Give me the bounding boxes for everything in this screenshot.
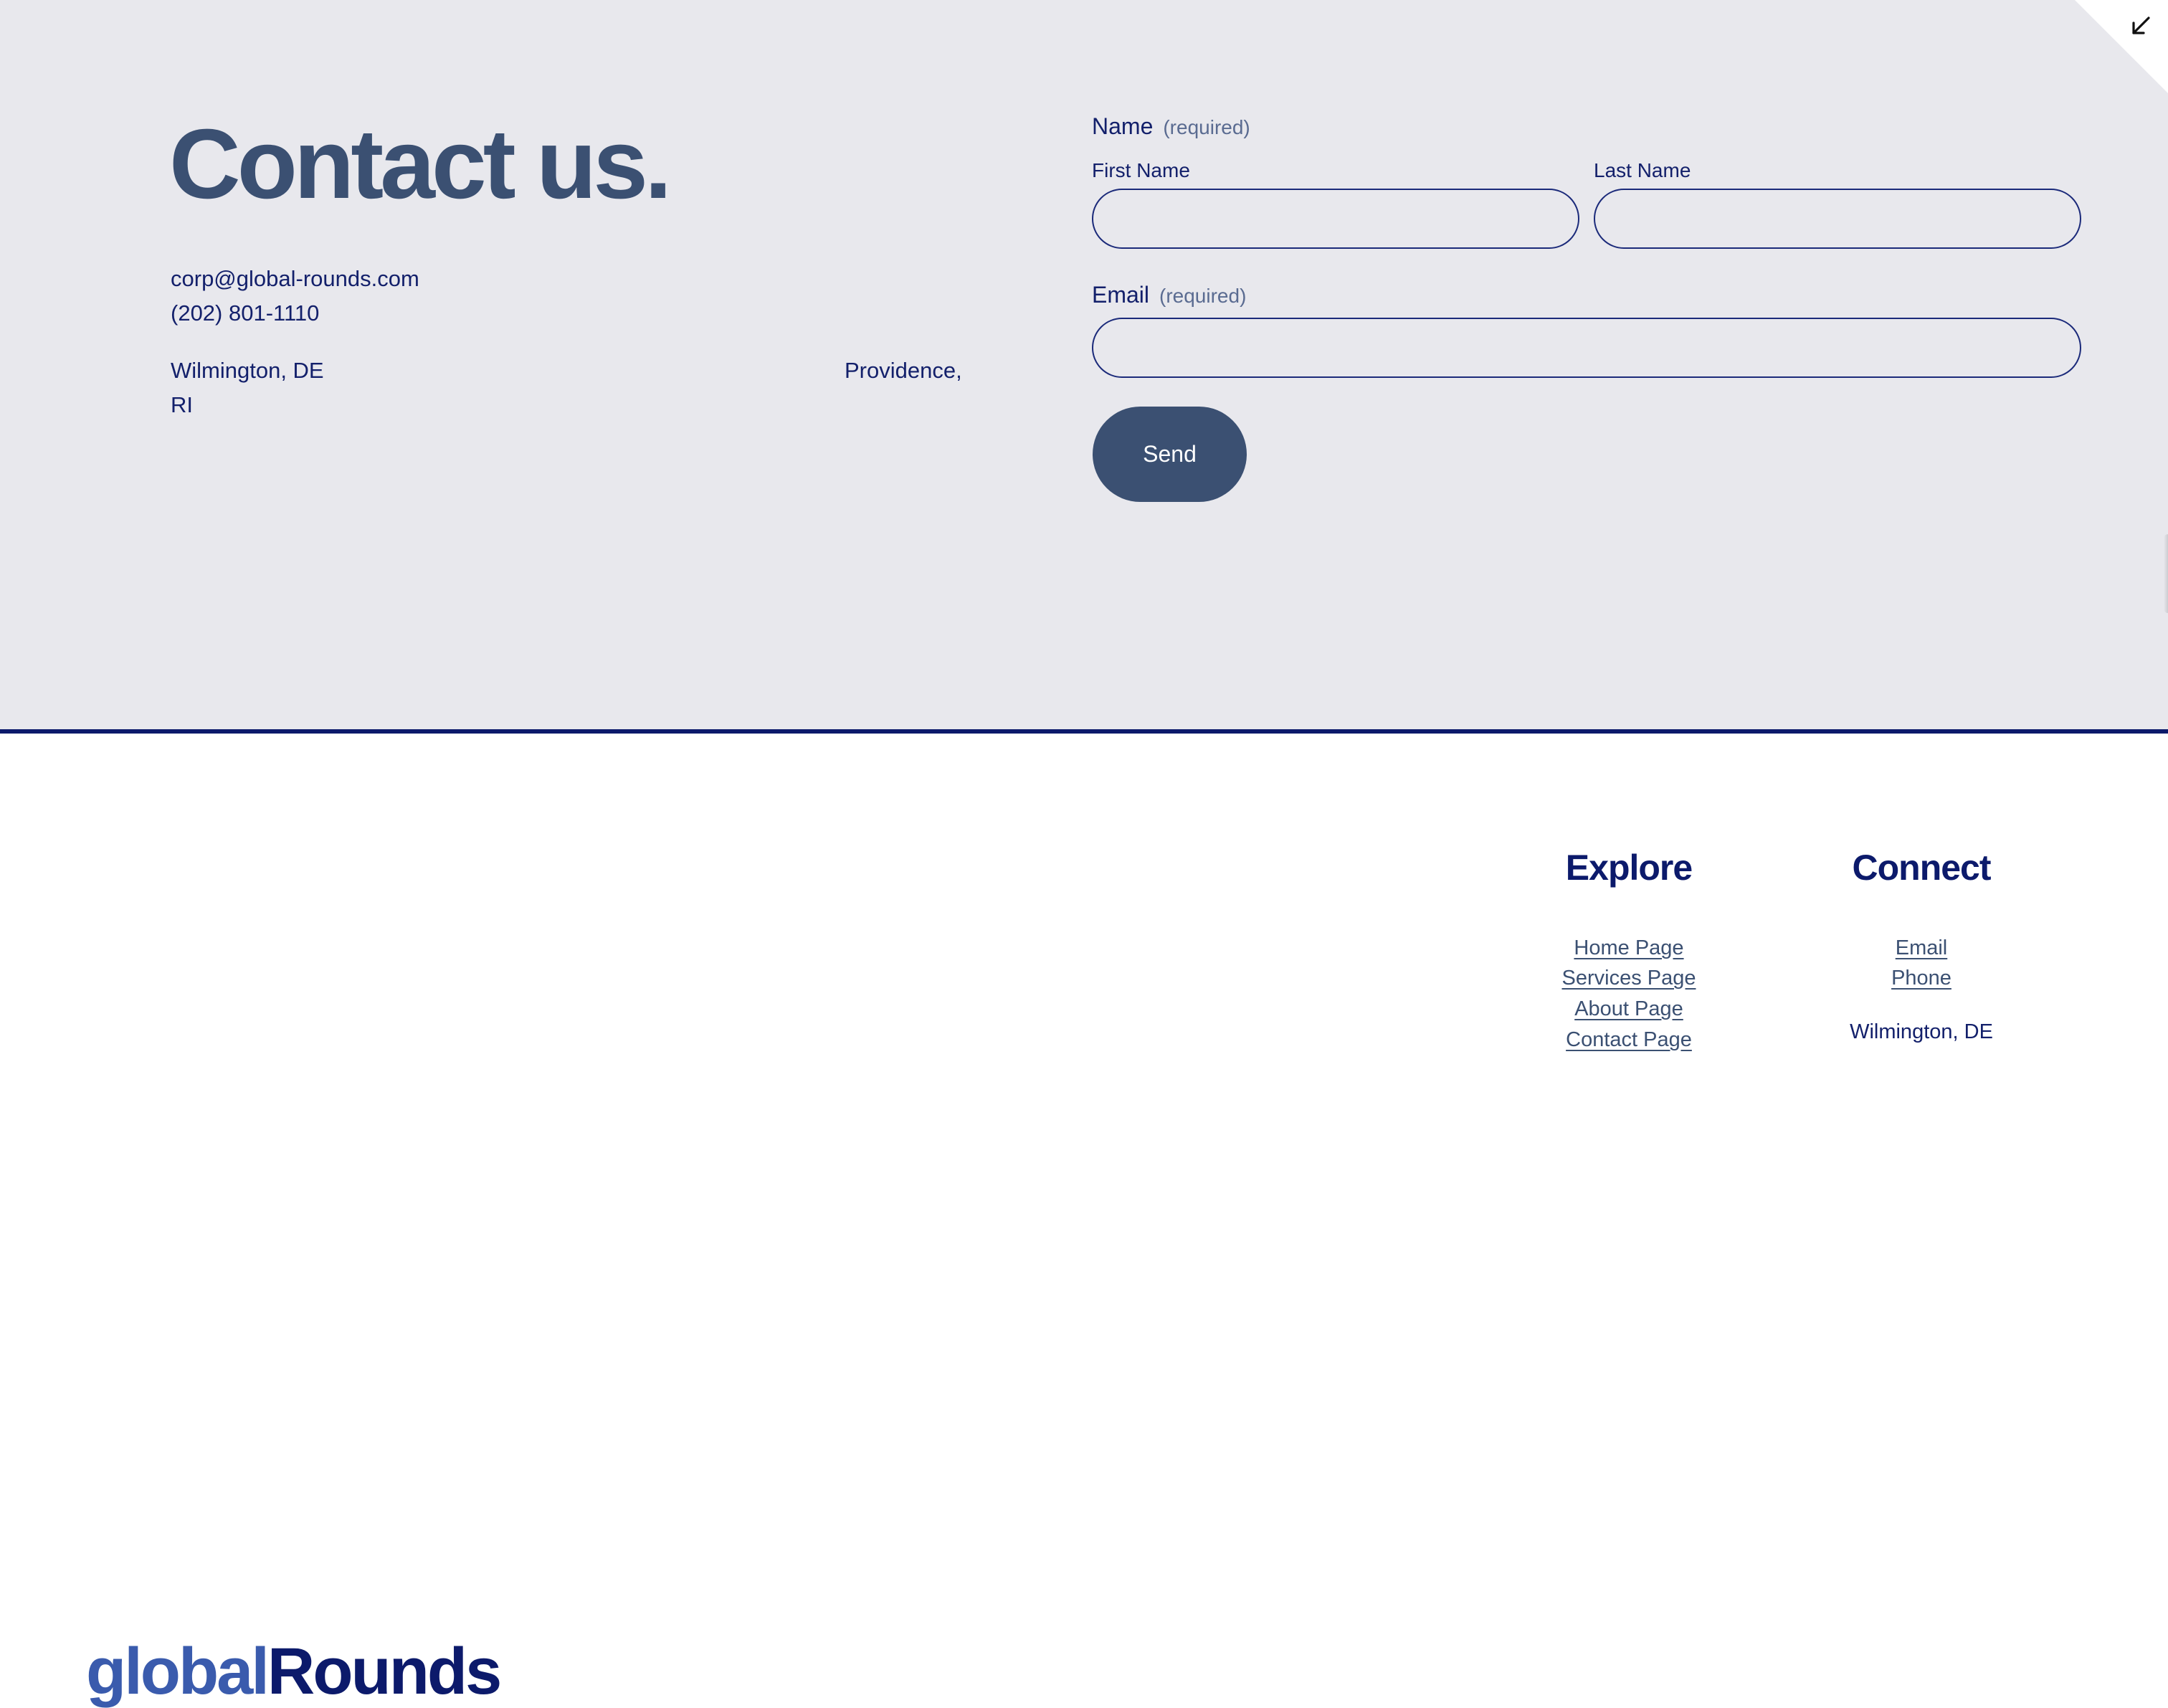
- logo-part-rounds: Rounds: [267, 1635, 502, 1708]
- last-name-label: Last Name: [1594, 159, 1691, 181]
- footer-link-email[interactable]: Email: [1778, 936, 2065, 960]
- footer-link-about[interactable]: About Page: [1485, 997, 1772, 1021]
- send-button[interactable]: Send: [1093, 407, 1247, 502]
- logo[interactable]: globalRounds: [86, 1638, 502, 1704]
- location-providence: Providence,: [845, 358, 962, 383]
- footer: globalRounds Explore Home Page Services …: [0, 734, 2168, 1704]
- email-label: Email (required): [1092, 282, 1246, 308]
- contact-email: corp@global-rounds.com: [171, 266, 419, 291]
- corner-fold: [2075, 0, 2168, 93]
- footer-link-contact[interactable]: Contact Page: [1485, 1028, 1772, 1052]
- scroll-edge-handle: [2164, 534, 2168, 613]
- email-required-note: (required): [1159, 285, 1247, 307]
- name-required-note: (required): [1163, 116, 1250, 138]
- contact-section: Contact us. corp@global-rounds.com (202)…: [0, 0, 2168, 729]
- footer-link-services[interactable]: Services Page: [1485, 967, 1772, 990]
- email-input[interactable]: [1092, 318, 2081, 378]
- footer-link-home[interactable]: Home Page: [1485, 936, 1772, 960]
- contact-phone: (202) 801-1110: [171, 300, 320, 326]
- location-providence-state: RI: [171, 392, 193, 417]
- name-label-text: Name: [1092, 113, 1154, 139]
- name-label: Name (required): [1092, 113, 1250, 140]
- logo-part-global: global: [86, 1635, 270, 1708]
- arrow-down-left-icon[interactable]: [2128, 13, 2154, 39]
- footer-link-phone[interactable]: Phone: [1778, 967, 2065, 990]
- footer-location: Wilmington, DE: [1850, 1020, 1993, 1043]
- email-label-text: Email: [1092, 282, 1150, 308]
- location-wilmington: Wilmington, DE: [171, 358, 324, 383]
- connect-heading: Connect: [1852, 848, 1992, 888]
- last-name-input[interactable]: [1594, 189, 2081, 249]
- page-title: Contact us.: [169, 109, 672, 219]
- first-name-input[interactable]: [1092, 189, 1579, 249]
- explore-heading: Explore: [1565, 848, 1693, 888]
- first-name-label: First Name: [1092, 159, 1190, 181]
